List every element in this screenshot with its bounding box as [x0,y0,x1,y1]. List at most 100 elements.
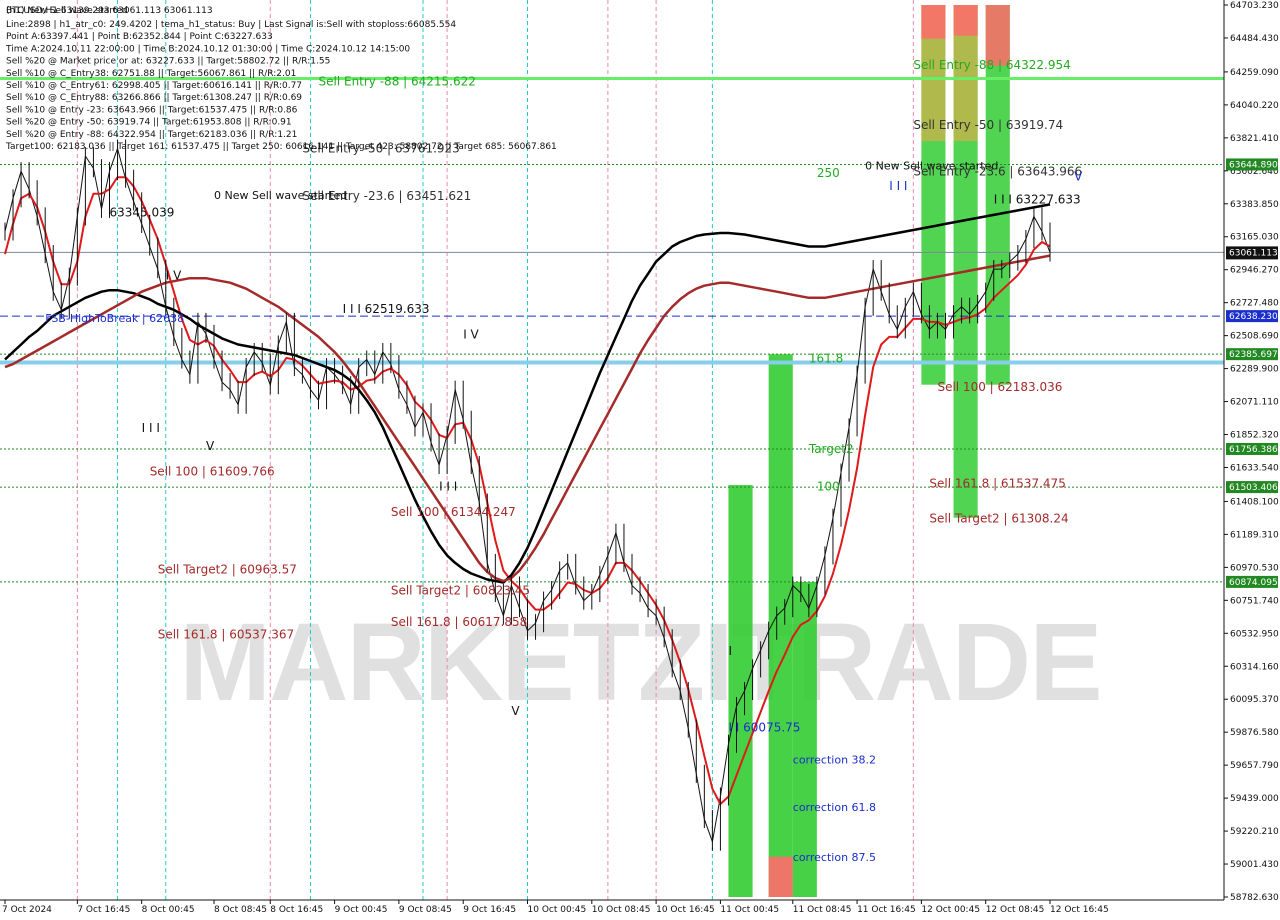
annotation-label: Sell Entry -50 | 63919.74 [913,118,1063,132]
annotation-label: Sell Target2 | 60823.45 [391,584,530,598]
y-tick-label: 61408.100 [1230,497,1279,507]
level-price-tag-label: 63644.890 [1229,160,1278,170]
annotation-label: 63345.039 [110,205,175,219]
annotation-label: I I I 63227.633 [994,193,1081,207]
info-line-10: Sell %20 @ Entry -88: 64322.954 || Targe… [6,130,297,140]
y-tick-label: 63165.030 [1230,233,1279,243]
annotation-label: Sell Target2 | 60963.57 [158,562,297,576]
annotation-label: V [511,704,520,718]
info-line-7: Sell %10 @ C_Entry88: 63266.866 || Targe… [6,93,302,103]
annotation-label: Sell 161.8 | 60537.367 [158,627,294,641]
y-tick-label: 62289.900 [1230,365,1279,375]
watermark-text: MARKETZITRADE [179,601,1100,724]
y-tick-label: 60751.740 [1230,596,1279,606]
x-tick-label: 11 Oct 16:45 [857,905,916,915]
x-tick-label: 8 Oct 16:45 [270,905,323,915]
annotation-label: correction 38.2 [793,753,876,766]
signal-zone-3 [792,581,817,897]
annotation-label: Sell Target2 | 61308.24 [929,511,1068,525]
y-tick-label: 62946.270 [1230,266,1279,276]
x-tick-label: 8 Oct 00:45 [142,905,195,915]
info-line-2: Point A:63397.441 | Point B:62352.844 | … [6,32,273,42]
annotation-label: 100 [817,480,840,494]
y-tick-label: 59001.430 [1230,860,1279,870]
annotation-label: Target2 [808,442,854,456]
signal-zone-1 [728,485,753,897]
x-tick-label: 12 Oct 16:45 [1050,905,1109,915]
annotation-label: Sell 100 | 61344.247 [391,505,516,519]
y-tick-label: 62508.690 [1230,332,1279,342]
signal-zone-top-4 [953,5,978,36]
x-tick-label: 12 Oct 08:45 [986,905,1045,915]
info-line-8: Sell %10 @ Entry -23: 63643.966 || Targe… [6,105,298,115]
annotation-label: 161.8 [809,352,843,366]
x-tick-label: 9 Oct 00:45 [335,905,388,915]
signal-zone-2 [768,354,793,897]
y-tick-label: 60970.530 [1230,563,1279,573]
y-tick-label: 61852.320 [1230,431,1279,441]
annotation-label: I I I 62519.633 [343,302,430,316]
x-tick-label: 11 Oct 00:45 [720,905,779,915]
y-tick-label: 58782.630 [1230,893,1279,903]
annotation-label: correction 87.5 [793,851,876,864]
info-line-11: Target100: 62183.036 || Target 161: 6153… [5,142,557,152]
annotation-label: 0 New Sell wave started [214,189,347,202]
annotation-label: V [206,439,215,453]
info-symbol-line: BTCUSD,H1 63139.293 63061.113 63061.113 [6,6,213,16]
annotation-label: I V [166,269,182,283]
annotation-label: FSB-HighToBreak | 62638 [45,312,184,325]
chart-container: MARKETZITRADE Sell Entry -88 | 64215.622… [0,0,1280,920]
y-tick-label: 59439.000 [1230,794,1279,804]
annotation-label: correction 61.8 [793,801,876,814]
y-tick-label: 59876.580 [1230,728,1279,738]
x-tick-label: 7 Oct 16:45 [77,905,130,915]
current-price-tag-label: 63061.113 [1229,248,1278,258]
annotation-label: Sell Entry -88 | 64322.954 [913,58,1070,72]
annotation-label: I I I [439,480,457,494]
annotation-label: V [1074,169,1083,183]
annotation-label: Sell Entry -88 | 64215.622 [319,74,476,88]
y-tick-label: 64259.090 [1230,68,1279,78]
y-tick-label: 64703.230 [1230,1,1279,11]
x-tick-label: 8 Oct 08:45 [214,905,267,915]
y-tick-label: 63383.850 [1230,200,1279,210]
x-tick-label: 12 Oct 00:45 [921,905,980,915]
level-price-tag-label: 61503.406 [1229,483,1278,493]
x-tick-label: 10 Oct 08:45 [592,905,651,915]
annotation-label: Sell Entry -23.6 | 63643.966 [913,165,1082,179]
y-tick-label: 60095.370 [1230,695,1279,705]
annotation-label: I I I [889,179,907,193]
annotation-label: I I 60075.75 [728,721,800,735]
annotation-label: I I I [142,421,160,435]
x-tick-label: 10 Oct 16:45 [656,905,715,915]
y-tick-label: 62071.110 [1230,398,1279,408]
level-price-tag-label: 60874.095 [1229,578,1278,588]
signal-zone-top-5 [985,5,1010,66]
annotation-label: 250 [817,166,840,180]
y-tick-label: 64484.430 [1230,34,1279,44]
info-line-5: Sell %10 @ C_Entry38: 62751.88 || Target… [6,69,296,79]
info-line-4: Sell %20 @ Market price or at: 63227.633… [6,57,330,67]
info-line-6: Sell %10 @ C_Entry61: 62998.405 || Targe… [6,81,302,91]
annotation-label: Sell 161.8 | 60617.858 [391,615,527,629]
y-tick-label: 61633.540 [1230,463,1279,473]
x-tick-label: 9 Oct 16:45 [463,905,516,915]
x-tick-label: 11 Oct 08:45 [793,905,852,915]
y-tick-label: 59657.790 [1230,761,1279,771]
price-chart: MARKETZITRADE Sell Entry -88 | 64215.622… [0,0,1280,920]
annotation-label: Sell 161.8 | 61537.475 [929,477,1065,491]
info-line-1: Line:2898 | h1_atr_c0: 249.4202 | tema_h… [6,20,456,30]
y-tick-label: 60532.950 [1230,629,1279,639]
y-tick-label: 61189.310 [1230,530,1279,540]
annotation-label: Sell 100 | 62183.036 [937,380,1062,394]
y-tick-label: 64040.220 [1230,101,1279,111]
annotation-label: Sell 100 | 61609.766 [150,465,275,479]
y-tick-label: 62727.480 [1230,299,1279,309]
level-price-tag-label: 61756.386 [1229,445,1278,455]
annotation-label: I V [463,327,479,341]
y-tick-label: 60314.160 [1230,662,1279,672]
info-line-3: Time A:2024.10.11 22:00:00 | Time B:2024… [5,44,410,54]
level-price-tag-label: 62385.697 [1229,350,1278,360]
y-tick-label: 59220.210 [1230,827,1279,837]
x-tick-label: 10 Oct 00:45 [528,905,587,915]
